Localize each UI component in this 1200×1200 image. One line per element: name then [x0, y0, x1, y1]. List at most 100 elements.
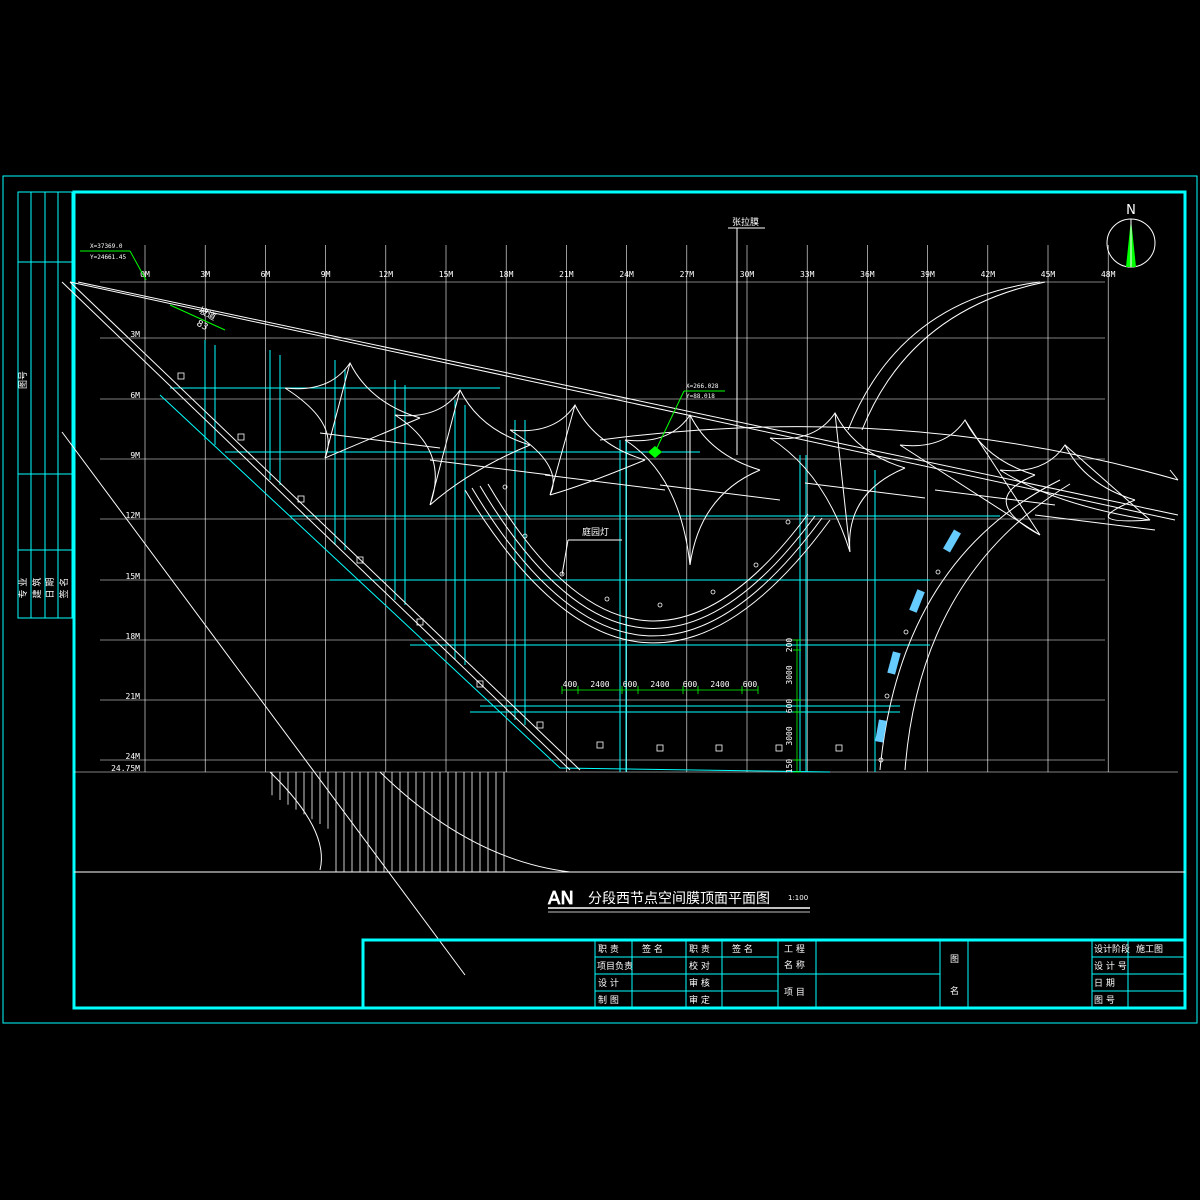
light-point	[710, 589, 716, 595]
coord-mid-x: X=266.028	[686, 383, 719, 390]
dim-text-v: 150	[785, 759, 794, 774]
grid-label-y: 9M	[130, 451, 140, 460]
grid-label-x: 15M	[439, 270, 454, 279]
dim-text-h: 2400	[650, 680, 669, 689]
drawing-title: AN 分段西节点空间膜顶面平面图 1:100	[548, 888, 810, 913]
tb-drawing-name-a: 图	[950, 954, 959, 965]
plaza-arcs	[464, 483, 831, 644]
light-marker	[177, 372, 185, 380]
courtyard-light-label: 庭园灯	[582, 526, 609, 538]
grid-label-x: 27M	[680, 270, 695, 279]
grid-label-x: 36M	[860, 270, 875, 279]
tb-r3c3: 审 核	[689, 977, 710, 989]
dim-text-v: 200	[785, 638, 794, 653]
grid-label-x: 39M	[920, 270, 935, 279]
grid-label-x: 30M	[740, 270, 755, 279]
light-marker	[596, 741, 604, 749]
tb-r2c3: 校 对	[689, 960, 710, 972]
grid-label-x: 18M	[499, 270, 514, 279]
grid-label-y: 24.75M	[111, 764, 140, 773]
dim-text-v: 3000	[785, 665, 794, 684]
title-block: 职 责 签 名 职 责 签 名 项目负责 校 对 设 计 审 核 制 图 审 定…	[361, 938, 1187, 1010]
light-marker	[775, 744, 783, 752]
grid-label-x: 48M	[1101, 270, 1116, 279]
grid-label-x: 9M	[321, 270, 331, 279]
grid-label-y: 6M	[130, 391, 140, 400]
light-point	[785, 519, 791, 525]
light-point	[935, 569, 941, 575]
tb-project-a: 工 程	[784, 944, 805, 955]
ground-lights	[177, 372, 843, 752]
light-point	[753, 562, 759, 568]
grid-label-y: 15M	[126, 572, 141, 581]
left-strip-label-2: 建 筑	[31, 578, 43, 599]
courtyard-light-points	[502, 484, 941, 763]
tb-date-label: 日 期	[1094, 978, 1115, 989]
tb-r4c3: 审 定	[689, 994, 710, 1006]
grid-label-x: 24M	[619, 270, 634, 279]
dim-text-v: 3000	[785, 726, 794, 745]
grid-label-y: 24M	[126, 752, 141, 761]
light-marker	[536, 721, 544, 729]
dim-text-h: 2400	[710, 680, 729, 689]
light-point	[657, 602, 663, 608]
dim-text-h: 400	[563, 680, 578, 689]
grid-label-y: 21M	[126, 692, 141, 701]
coord-top-y: Y=24661.45	[90, 254, 127, 261]
left-strip-top-label: 图号	[18, 371, 29, 389]
coord-mid-y: Y=88.018	[686, 393, 715, 400]
light-marker	[715, 744, 723, 752]
membrane-unit	[509, 404, 666, 496]
grid-label-x: 45M	[1041, 270, 1056, 279]
tb-sheet-label: 图 号	[1094, 995, 1115, 1006]
grid-label-x: 33M	[800, 270, 815, 279]
dim-text-h: 600	[623, 680, 638, 689]
light-point	[884, 693, 890, 699]
title-prefix: AN	[548, 888, 574, 909]
north-arrow: N	[1106, 203, 1156, 268]
light-marker	[237, 433, 245, 441]
grid-label-x: 6M	[261, 270, 271, 279]
light-point	[903, 629, 909, 635]
benches	[875, 529, 961, 743]
tb-r3c1: 设 计	[598, 977, 619, 989]
dim-text-h: 2400	[590, 680, 609, 689]
dim-text-v: 600	[785, 699, 794, 714]
membrane-unit	[284, 362, 441, 459]
slope-value: 83	[195, 319, 210, 333]
left-strip-label-4: 签 名	[58, 578, 70, 599]
tb-stage-label: 设计阶段	[1094, 943, 1130, 955]
grid-label-x: 42M	[981, 270, 996, 279]
hatched-ramp	[271, 772, 505, 872]
annotations: 张拉膜 X=37369.0 Y=24661.45 X=266.028 Y=88.…	[80, 216, 765, 576]
membrane-roof	[284, 362, 1156, 566]
tb-project-c: 项 目	[784, 987, 805, 998]
membrane-label: 张拉膜	[732, 216, 759, 228]
tb-drawing-name-b: 名	[950, 985, 959, 997]
left-strip-label-1: 专 业	[17, 578, 29, 599]
membrane-unit	[624, 414, 781, 566]
light-point	[604, 596, 610, 602]
dimensions: 400 2400 600 2400 600 2400 600 200 3000 600 3000 15…	[561, 638, 801, 774]
tb-number-label: 设 计 号	[1094, 960, 1127, 972]
grid-label-y: 18M	[126, 632, 141, 641]
tb-r4c1: 制 图	[598, 994, 619, 1006]
tb-project-b: 名 称	[784, 959, 805, 971]
grid-label-x: 12M	[379, 270, 394, 279]
tb-r1c3: 职 责	[689, 943, 710, 955]
tb-stage-value: 施工图	[1136, 943, 1163, 955]
left-strip-label-3: 日 期	[45, 578, 56, 599]
coord-top-x: X=37369.0	[90, 243, 123, 250]
grid-labels: 0M 3M 6M 9M 12M 15M 18M 21M 24M 27M 30M 33M 36M 39M 42…	[111, 270, 1116, 773]
inner-frame	[72, 190, 1187, 1010]
grid-label-x: 21M	[559, 270, 574, 279]
tb-r2c1: 项目负责	[597, 960, 633, 972]
membrane-unit	[394, 389, 551, 506]
dim-text-h: 600	[683, 680, 698, 689]
tb-r1c2: 签 名	[642, 943, 663, 955]
grid-label-y: 3M	[130, 330, 140, 339]
dim-text-h: 600	[743, 680, 758, 689]
light-marker	[656, 744, 664, 752]
left-strip: 图号 专 业 建 筑 日 期 签 名	[17, 191, 73, 619]
light-marker	[835, 744, 843, 752]
